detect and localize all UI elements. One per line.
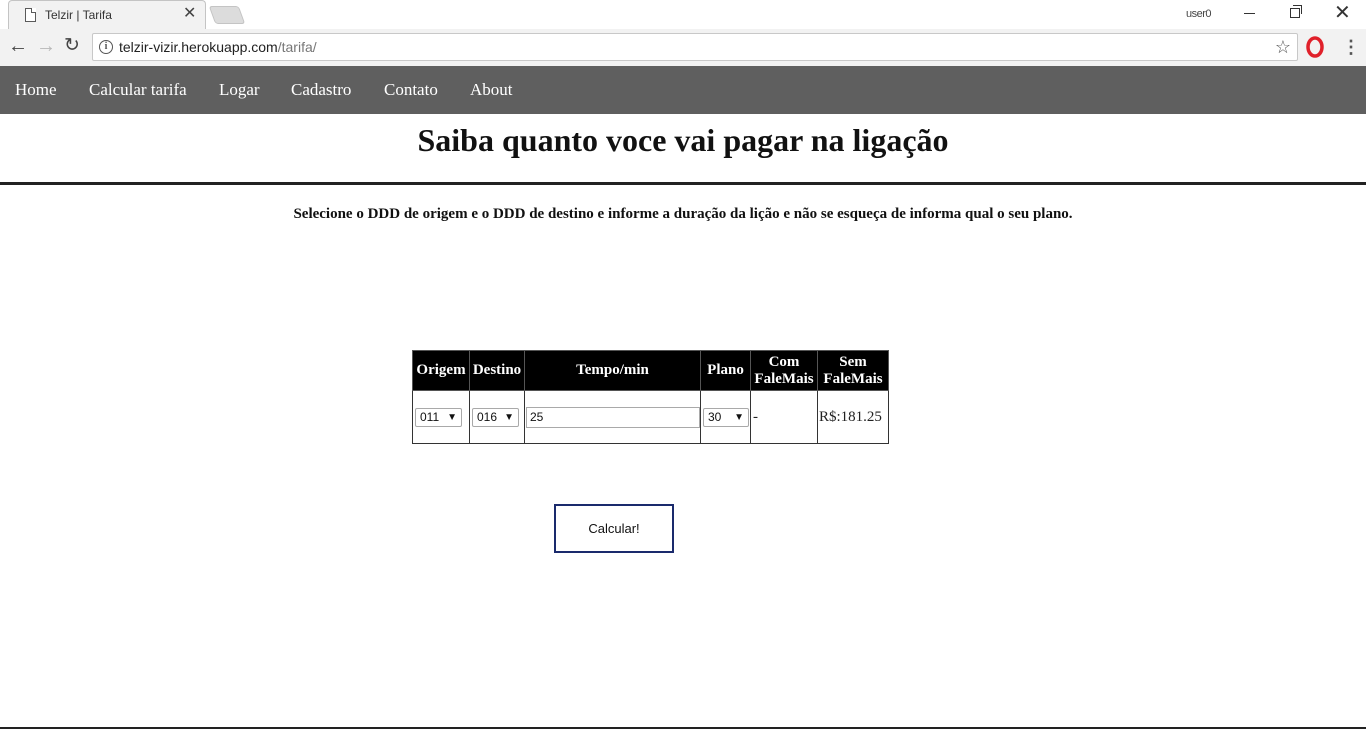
calcular-button[interactable]: Calcular!	[554, 504, 674, 553]
browser-chrome: Telzir | Tarifa ✕ user0 ✕ ← → ↻ i telzir…	[0, 0, 1366, 66]
nav-cadastro[interactable]: Cadastro	[291, 80, 351, 100]
title-divider	[0, 182, 1366, 185]
window-close-icon[interactable]: ✕	[1334, 3, 1351, 23]
bookmark-star-icon[interactable]: ☆	[1275, 36, 1291, 58]
header-plano: Plano	[700, 350, 751, 391]
page-icon	[25, 8, 36, 22]
browser-tab[interactable]: Telzir | Tarifa ✕	[8, 0, 206, 29]
tab-strip: Telzir | Tarifa ✕ user0 ✕	[0, 0, 1366, 29]
table-header-row: Origem Destino Tempo/min Plano Com FaleMa…	[412, 350, 889, 391]
page-title: Saiba quanto voce vai pagar na ligação	[417, 122, 949, 158]
forward-arrow-icon[interactable]: →	[36, 36, 56, 56]
tab-close-icon[interactable]: ✕	[183, 5, 196, 23]
header-com-falemais: Com FaleMais	[750, 350, 818, 391]
reload-icon[interactable]: ↻	[64, 35, 80, 57]
destino-select[interactable]: 016 ▼	[472, 407, 519, 427]
sem-falemais-value: R$:181.25	[817, 390, 889, 444]
browser-menu-icon[interactable]: ⋮	[1342, 36, 1360, 58]
restore-icon[interactable]	[1290, 5, 1302, 18]
header-sem-line2: FaleMais	[823, 370, 883, 387]
header-destino: Destino	[469, 350, 525, 391]
destino-value: 016	[477, 409, 498, 424]
com-falemais-value: -	[750, 390, 818, 444]
tempo-input[interactable]	[526, 406, 700, 428]
dropdown-arrow-icon: ▼	[504, 411, 514, 423]
header-sem-line1: Sem	[839, 353, 867, 370]
nav-logar[interactable]: Logar	[219, 80, 260, 100]
header-origem: Origem	[412, 350, 470, 391]
address-bar[interactable]: i telzir-vizir.herokuapp.com/tarifa/ ☆	[92, 33, 1298, 61]
header-sem-falemais: Sem FaleMais	[817, 350, 889, 391]
browser-toolbar: ← → ↻ i telzir-vizir.herokuapp.com/tarif…	[0, 29, 1366, 66]
user-profile-badge[interactable]: user0	[1186, 8, 1212, 20]
table-row: 011 ▼ 016 ▼ 30 ▼ - R$:181.25	[412, 390, 889, 444]
nav-contato[interactable]: Contato	[384, 80, 438, 100]
new-tab-button[interactable]	[208, 6, 246, 24]
nav-about[interactable]: About	[470, 80, 513, 100]
minimize-icon[interactable]	[1244, 13, 1255, 14]
origem-value: 011	[420, 409, 440, 424]
dropdown-arrow-icon: ▼	[447, 411, 457, 423]
plano-select[interactable]: 30 ▼	[703, 407, 749, 427]
cell-origem: 011 ▼	[412, 390, 470, 444]
url-path: /tarifa/	[277, 39, 317, 55]
header-tempo: Tempo/min	[524, 350, 701, 391]
site-info-icon[interactable]: i	[99, 40, 113, 54]
origem-select[interactable]: 011 ▼	[415, 407, 462, 427]
cell-destino: 016 ▼	[469, 390, 525, 444]
header-com-line1: Com	[768, 353, 800, 370]
back-arrow-icon[interactable]: ←	[8, 36, 28, 56]
tab-title: Telzir | Tarifa	[45, 8, 112, 22]
plano-value: 30	[708, 409, 722, 424]
dropdown-arrow-icon: ▼	[734, 411, 744, 423]
url-text[interactable]: telzir-vizir.herokuapp.com/tarifa/	[119, 39, 317, 55]
tarifa-table: Origem Destino Tempo/min Plano Com FaleMa…	[412, 350, 889, 444]
nav-home[interactable]: Home	[15, 80, 57, 100]
header-com-line2: FaleMais	[754, 370, 814, 387]
cell-plano: 30 ▼	[700, 390, 751, 444]
cell-tempo	[524, 390, 701, 444]
opera-icon[interactable]	[1306, 36, 1324, 58]
site-nav: Home Calcular tarifa Logar Cadastro Cont…	[0, 66, 1366, 114]
url-host: telzir-vizir.herokuapp.com	[119, 39, 278, 55]
instructions-text: Selecione o DDD de origem e o DDD de des…	[293, 206, 1073, 222]
nav-calcular-tarifa[interactable]: Calcular tarifa	[89, 80, 187, 100]
